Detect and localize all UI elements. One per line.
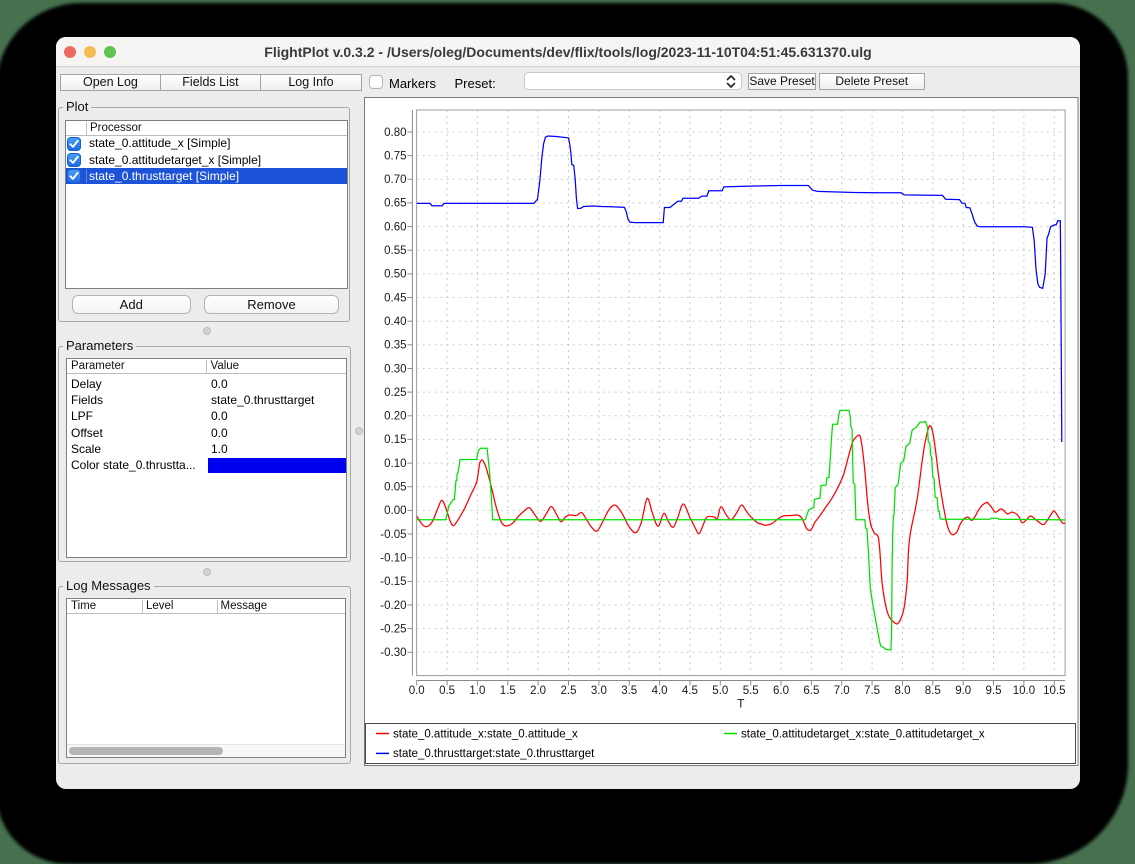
svg-text:-0.15: -0.15	[380, 576, 406, 588]
svg-text:0.25: 0.25	[384, 387, 406, 399]
svg-text:0.15: 0.15	[384, 434, 406, 446]
svg-text:-0.05: -0.05	[380, 529, 406, 541]
svg-text:0.0: 0.0	[409, 685, 425, 697]
svg-text:10.0: 10.0	[1013, 685, 1035, 697]
svg-text:6.0: 6.0	[773, 685, 789, 697]
svg-text:state_0.attitude_x:state_0.att: state_0.attitude_x:state_0.attitude_x	[393, 728, 578, 740]
svg-text:7.5: 7.5	[864, 685, 880, 697]
svg-text:5.5: 5.5	[743, 685, 759, 697]
svg-text:4.5: 4.5	[682, 685, 698, 697]
svg-text:6.5: 6.5	[803, 685, 819, 697]
svg-text:0.75: 0.75	[384, 150, 406, 162]
svg-text:0.5: 0.5	[439, 685, 455, 697]
svg-text:0.60: 0.60	[384, 221, 406, 233]
svg-text:0.10: 0.10	[384, 458, 406, 470]
svg-text:0.70: 0.70	[384, 174, 406, 186]
svg-text:9.5: 9.5	[986, 685, 1002, 697]
svg-text:0.80: 0.80	[384, 127, 406, 139]
svg-text:state_0.attitudetarget_x:state: state_0.attitudetarget_x:state_0.attitud…	[741, 728, 985, 740]
svg-text:8.5: 8.5	[925, 685, 941, 697]
svg-text:5.0: 5.0	[712, 685, 728, 697]
svg-text:-0.30: -0.30	[380, 647, 406, 659]
svg-text:0.65: 0.65	[384, 198, 406, 210]
svg-text:9.0: 9.0	[955, 685, 971, 697]
svg-text:-0.10: -0.10	[380, 553, 406, 565]
svg-text:state_0.thrusttarget:state_0.t: state_0.thrusttarget:state_0.thrusttarge…	[393, 748, 595, 760]
svg-text:-0.20: -0.20	[380, 600, 406, 612]
svg-text:0.35: 0.35	[384, 340, 406, 352]
svg-text:-0.25: -0.25	[380, 623, 406, 635]
svg-text:1.5: 1.5	[500, 685, 516, 697]
svg-text:0.00: 0.00	[384, 505, 406, 517]
svg-text:3.0: 3.0	[591, 685, 607, 697]
svg-text:3.5: 3.5	[621, 685, 637, 697]
svg-text:2.0: 2.0	[530, 685, 546, 697]
svg-text:7.0: 7.0	[834, 685, 850, 697]
svg-text:T: T	[737, 697, 745, 711]
svg-text:1.0: 1.0	[469, 685, 485, 697]
svg-text:0.50: 0.50	[384, 269, 406, 281]
svg-text:2.5: 2.5	[561, 685, 577, 697]
svg-text:0.40: 0.40	[384, 316, 406, 328]
svg-text:0.20: 0.20	[384, 411, 406, 423]
svg-text:0.45: 0.45	[384, 292, 406, 304]
svg-text:0.30: 0.30	[384, 363, 406, 375]
svg-text:8.0: 8.0	[895, 685, 911, 697]
svg-text:10.5: 10.5	[1043, 685, 1065, 697]
svg-text:4.0: 4.0	[652, 685, 668, 697]
svg-text:0.55: 0.55	[384, 245, 406, 257]
svg-text:0.05: 0.05	[384, 482, 406, 494]
